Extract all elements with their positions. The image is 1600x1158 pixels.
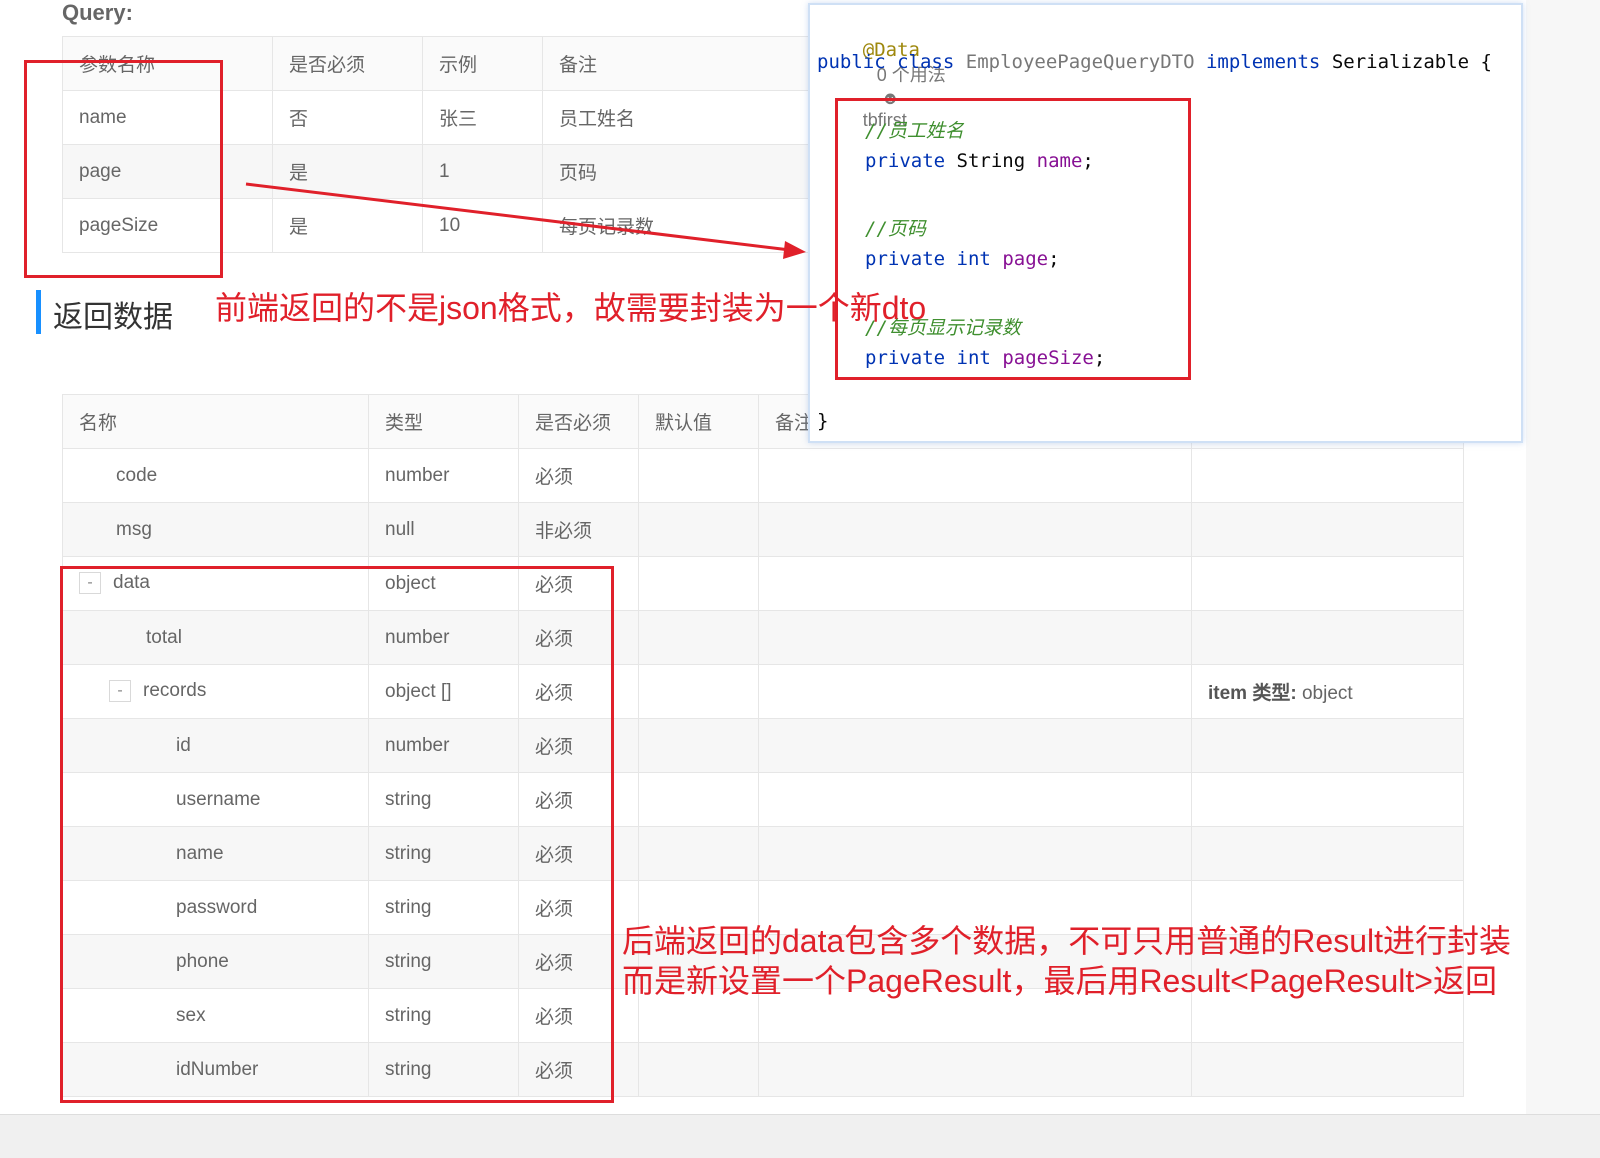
annotation-note-backend-2: 而是新设置一个PageResult，最后用Result<PageResult>返… xyxy=(622,963,1497,999)
annotation-note-frontend: 前端返回的不是json格式，故需要封装为一个新dto xyxy=(215,290,927,326)
